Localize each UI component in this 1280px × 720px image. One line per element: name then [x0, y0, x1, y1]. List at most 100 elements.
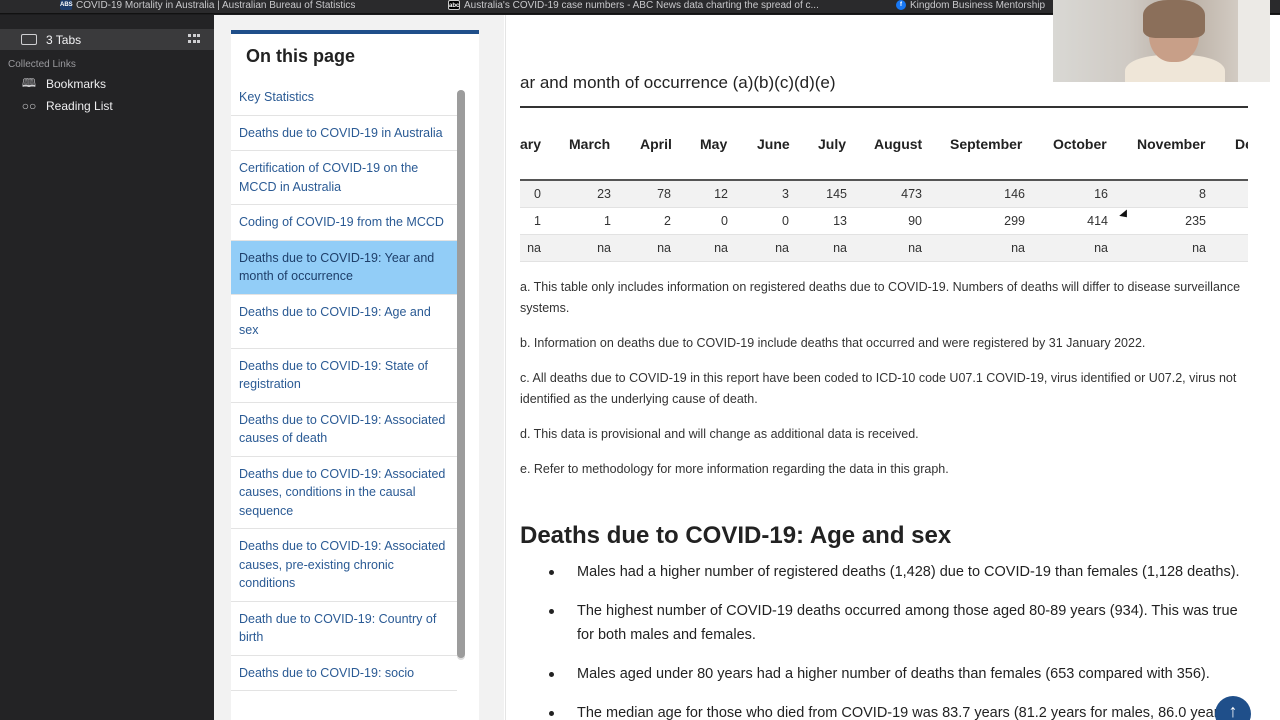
table-cell: 16: [1094, 187, 1108, 201]
abc-favicon-icon: abc: [448, 0, 460, 10]
toc-link[interactable]: Deaths due to COVID-19: Associated cause…: [231, 457, 457, 529]
sidebar-item-bookmarks[interactable]: 🕮 Bookmarks: [20, 76, 106, 92]
toc-title: On this page: [246, 46, 356, 66]
table-cell: na: [597, 241, 611, 255]
column-header: July: [818, 136, 847, 152]
table-header-row: ary March April May June July August Sep…: [520, 136, 1248, 160]
table-row: 1 1 2 0 0 13 90 299 414 235: [520, 208, 1248, 235]
table-cell: 12: [714, 187, 728, 201]
toc-scrollbar-thumb[interactable]: [457, 90, 465, 658]
list-item: Males aged under 80 years had a higher n…: [549, 662, 1248, 686]
table-cell: 1: [534, 214, 541, 228]
browser-sidebar: 3 Tabs Collected Links 🕮 Bookmarks ○○ Re…: [0, 15, 214, 720]
sidebar-tabs-row[interactable]: 3 Tabs: [0, 29, 214, 50]
section-heading: Deaths due to COVID-19: Age and sex: [520, 522, 952, 549]
list-item: The highest number of COVID-19 deaths oc…: [549, 599, 1248, 647]
tabs-icon: [21, 34, 37, 45]
column-divider: [505, 15, 506, 720]
toc-link[interactable]: Certification of COVID-19 on the MCCD in…: [231, 151, 457, 205]
sidebar-item-reading-list[interactable]: ○○ Reading List: [20, 98, 113, 114]
table-cell: 146: [1004, 187, 1025, 201]
table-cell: 0: [534, 187, 541, 201]
table-cell: na: [833, 241, 847, 255]
table-cell: 78: [657, 187, 671, 201]
table-cell: 0: [782, 214, 789, 228]
tab-title: Kingdom Business Mentorship: [910, 0, 1046, 11]
book-icon: 🕮: [21, 75, 37, 90]
arrow-up-icon: ↑: [1228, 701, 1238, 720]
sidebar-item-label: Bookmarks: [46, 77, 107, 91]
main-content: ar and month of occurrence (a)(b)(c)(d)(…: [520, 15, 1248, 720]
column-header: May: [700, 136, 728, 152]
table-row: na na na na na na na na na na: [520, 235, 1248, 262]
table-cell: 473: [901, 187, 922, 201]
table-cell: 145: [826, 187, 847, 201]
table-cell: 2: [664, 214, 671, 228]
table-cell: 299: [1004, 214, 1025, 228]
footnote: c. All deaths due to COVID-19 in this re…: [520, 371, 1237, 406]
column-header: ary: [520, 136, 542, 152]
toc-link[interactable]: Deaths due to COVID-19: State of registr…: [231, 349, 457, 403]
abs-favicon-icon: ABS: [60, 0, 73, 10]
web-page: On this page Key Statistics Deaths due t…: [214, 15, 1280, 720]
grid-icon[interactable]: [188, 34, 200, 44]
tab-kingdom[interactable]: f Kingdom Business Mentorship: [896, 0, 1056, 13]
webcam-background: [1238, 0, 1270, 82]
webcam-person-hair: [1143, 0, 1205, 38]
table-cell: 414: [1087, 214, 1108, 228]
toc-link-active[interactable]: Deaths due to COVID-19: Year and month o…: [231, 240, 457, 295]
tab-title: COVID-19 Mortality in Australia | Austra…: [76, 0, 356, 11]
table-cell: 23: [597, 187, 611, 201]
table-row: 0 23 78 12 3 145 473 146 16 8: [520, 181, 1248, 208]
table-cell: na: [1011, 241, 1025, 255]
toc-link[interactable]: Deaths due to COVID-19: Age and sex: [231, 295, 457, 349]
column-header: September: [950, 136, 1023, 152]
column-header: June: [757, 136, 790, 152]
table-cell: 1: [604, 214, 611, 228]
sidebar-item-label: Reading List: [46, 99, 113, 113]
table-cell: na: [1192, 241, 1206, 255]
tab-abc-news[interactable]: abc Australia's COVID-19 case numbers - …: [448, 0, 838, 13]
table-cell: 8: [1199, 187, 1206, 201]
on-this-page-panel: On this page Key Statistics Deaths due t…: [231, 30, 479, 720]
glasses-icon: ○○: [21, 99, 37, 113]
facebook-favicon-icon: f: [896, 0, 906, 10]
table-cell: na: [714, 241, 728, 255]
column-header: De: [1235, 136, 1248, 152]
toc-link[interactable]: Death due to COVID-19: Country of birth: [231, 602, 457, 656]
toc-link[interactable]: Coding of COVID-19 from the MCCD: [231, 205, 457, 241]
footnote: b. Information on deaths due to COVID-19…: [520, 336, 1146, 350]
table-cell: 235: [1185, 214, 1206, 228]
toc-list: Key Statistics Deaths due to COVID-19 in…: [231, 80, 457, 691]
table-cell: 3: [782, 187, 789, 201]
toc-link[interactable]: Deaths due to COVID-19: Associated cause…: [231, 403, 457, 457]
column-header: November: [1137, 136, 1206, 152]
webcam-overlay: [1053, 0, 1270, 82]
table-top-rule: [520, 106, 1248, 108]
table-cell: na: [1094, 241, 1108, 255]
table-cell: na: [908, 241, 922, 255]
key-findings-list: Males had a higher number of registered …: [549, 560, 1248, 720]
table-footnotes: a. This table only includes information …: [520, 277, 1248, 494]
column-header: October: [1053, 136, 1107, 152]
list-item: Males had a higher number of registered …: [549, 560, 1248, 584]
toc-link[interactable]: Deaths due to COVID-19: Associated cause…: [231, 529, 457, 602]
column-header: March: [569, 136, 611, 152]
toc-link[interactable]: Key Statistics: [231, 80, 457, 116]
table-cell: 90: [908, 214, 922, 228]
toc-link[interactable]: Deaths due to COVID-19 in Australia: [231, 116, 457, 151]
footnote: e. Refer to methodology for more informa…: [520, 462, 949, 476]
tab-abs[interactable]: ABS COVID-19 Mortality in Australia | Au…: [60, 0, 430, 13]
toc-link[interactable]: Deaths due to COVID-19: socio: [231, 656, 457, 691]
toc-scrollbar[interactable]: [457, 90, 465, 660]
table-cell: na: [775, 241, 789, 255]
footnote: a. This table only includes information …: [520, 280, 1241, 315]
table-cell: na: [527, 241, 541, 255]
tab-title: Australia's COVID-19 case numbers - ABC …: [464, 0, 819, 11]
table-cell: 13: [833, 214, 847, 228]
column-header: April: [640, 136, 672, 152]
table-caption: ar and month of occurrence (a)(b)(c)(d)(…: [520, 73, 836, 92]
footnote: d. This data is provisional and will cha…: [520, 427, 919, 441]
collected-links-heading: Collected Links: [8, 59, 76, 70]
list-item: The median age for those who died from C…: [549, 701, 1248, 720]
